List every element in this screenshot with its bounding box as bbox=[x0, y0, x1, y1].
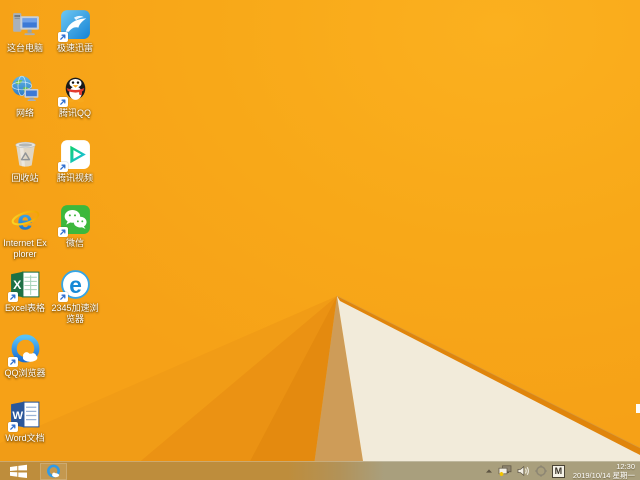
taskbar-clock[interactable]: 12:30 2019/10/14 星期一 bbox=[573, 462, 635, 480]
qq-browser-icon bbox=[47, 464, 60, 477]
desktop: 这台电脑 极速迅雷 网络 腾讯QQ 回收站 腾讯视频 e Internet Ex… bbox=[0, 0, 640, 480]
network-status-icon[interactable] bbox=[498, 465, 512, 477]
shortcut-arrow-icon bbox=[7, 422, 18, 432]
security-app-icon[interactable] bbox=[535, 465, 547, 477]
icon-label: 腾讯视频 bbox=[56, 173, 93, 183]
desktop-icon-xunlei[interactable]: 极速迅雷 bbox=[51, 8, 99, 54]
word-icon: W bbox=[7, 398, 42, 432]
shortcut-arrow-icon bbox=[57, 32, 68, 42]
tencent-video-icon bbox=[57, 138, 92, 172]
shortcut-arrow-icon bbox=[57, 227, 68, 237]
desktop-icon-network[interactable]: 网络 bbox=[1, 73, 49, 119]
taskbar: M 12:30 2019/10/14 星期一 bbox=[0, 461, 640, 480]
system-tray: M 12:30 2019/10/14 星期一 bbox=[485, 462, 640, 480]
taskbar-qq-browser-button[interactable] bbox=[40, 462, 67, 480]
clock-date: 2019/10/14 星期一 bbox=[572, 471, 635, 480]
desktop-icon-browser-2345[interactable]: e 2345加速浏览器 bbox=[51, 268, 99, 325]
wechat-icon bbox=[57, 203, 92, 237]
svg-text:e: e bbox=[17, 204, 32, 235]
icon-label: QQ浏览器 bbox=[4, 368, 46, 378]
shortcut-arrow-icon bbox=[57, 292, 68, 302]
browser-2345-icon: e bbox=[57, 268, 92, 302]
shortcut-arrow-icon bbox=[7, 357, 18, 367]
start-button[interactable] bbox=[0, 462, 36, 480]
desktop-icon-tencent-video[interactable]: 腾讯视频 bbox=[51, 138, 99, 184]
show-hidden-icons-chevron[interactable] bbox=[485, 467, 493, 475]
windows-logo-icon bbox=[9, 464, 27, 478]
volume-icon[interactable] bbox=[517, 465, 530, 477]
desktop-icon-recycle-bin[interactable]: 回收站 bbox=[1, 138, 49, 184]
recycle-bin-icon bbox=[9, 138, 42, 171]
desktop-icon-wechat[interactable]: 微信 bbox=[51, 203, 99, 249]
qq-browser-icon bbox=[7, 333, 42, 367]
desktop-icon-qq-browser[interactable]: QQ浏览器 bbox=[1, 333, 49, 379]
desktop-icon-excel[interactable]: X Excel表格 bbox=[1, 268, 49, 314]
desktop-icon-word[interactable]: W Word文档 bbox=[1, 398, 49, 444]
xunlei-icon bbox=[57, 8, 92, 42]
icon-label: 腾讯QQ bbox=[58, 108, 91, 118]
tencent-qq-icon bbox=[57, 73, 92, 107]
shortcut-arrow-icon bbox=[57, 162, 68, 172]
shortcut-arrow-icon bbox=[7, 292, 18, 302]
icon-label: 回收站 bbox=[11, 173, 39, 183]
network-icon bbox=[9, 73, 42, 106]
icon-label: Excel表格 bbox=[4, 303, 45, 313]
desktop-icon-internet-explorer[interactable]: e Internet Explorer bbox=[1, 203, 49, 260]
svg-text:W: W bbox=[12, 410, 23, 422]
icon-label: 极速迅雷 bbox=[56, 43, 93, 53]
clock-time: 12:30 bbox=[616, 462, 635, 471]
shortcut-arrow-icon bbox=[57, 97, 68, 107]
internet-explorer-icon: e bbox=[9, 203, 42, 236]
icon-label: Internet Explorer bbox=[3, 238, 47, 259]
this-pc-icon bbox=[9, 8, 42, 41]
icon-label: 网络 bbox=[15, 108, 34, 118]
screen-edge-artifact bbox=[636, 404, 640, 413]
icon-label: 2345加速浏览器 bbox=[51, 303, 99, 324]
svg-text:e: e bbox=[69, 272, 82, 298]
desktop-icon-tencent-qq[interactable]: 腾讯QQ bbox=[51, 73, 99, 119]
icon-label: Word文档 bbox=[5, 433, 45, 443]
ime-label: M bbox=[554, 465, 563, 476]
icon-label: 微信 bbox=[65, 238, 84, 248]
svg-text:X: X bbox=[13, 278, 22, 292]
input-method-indicator[interactable]: M bbox=[551, 464, 565, 478]
excel-icon: X bbox=[7, 268, 42, 302]
desktop-icon-this-pc[interactable]: 这台电脑 bbox=[1, 8, 49, 54]
icon-label: 这台电脑 bbox=[6, 43, 43, 53]
